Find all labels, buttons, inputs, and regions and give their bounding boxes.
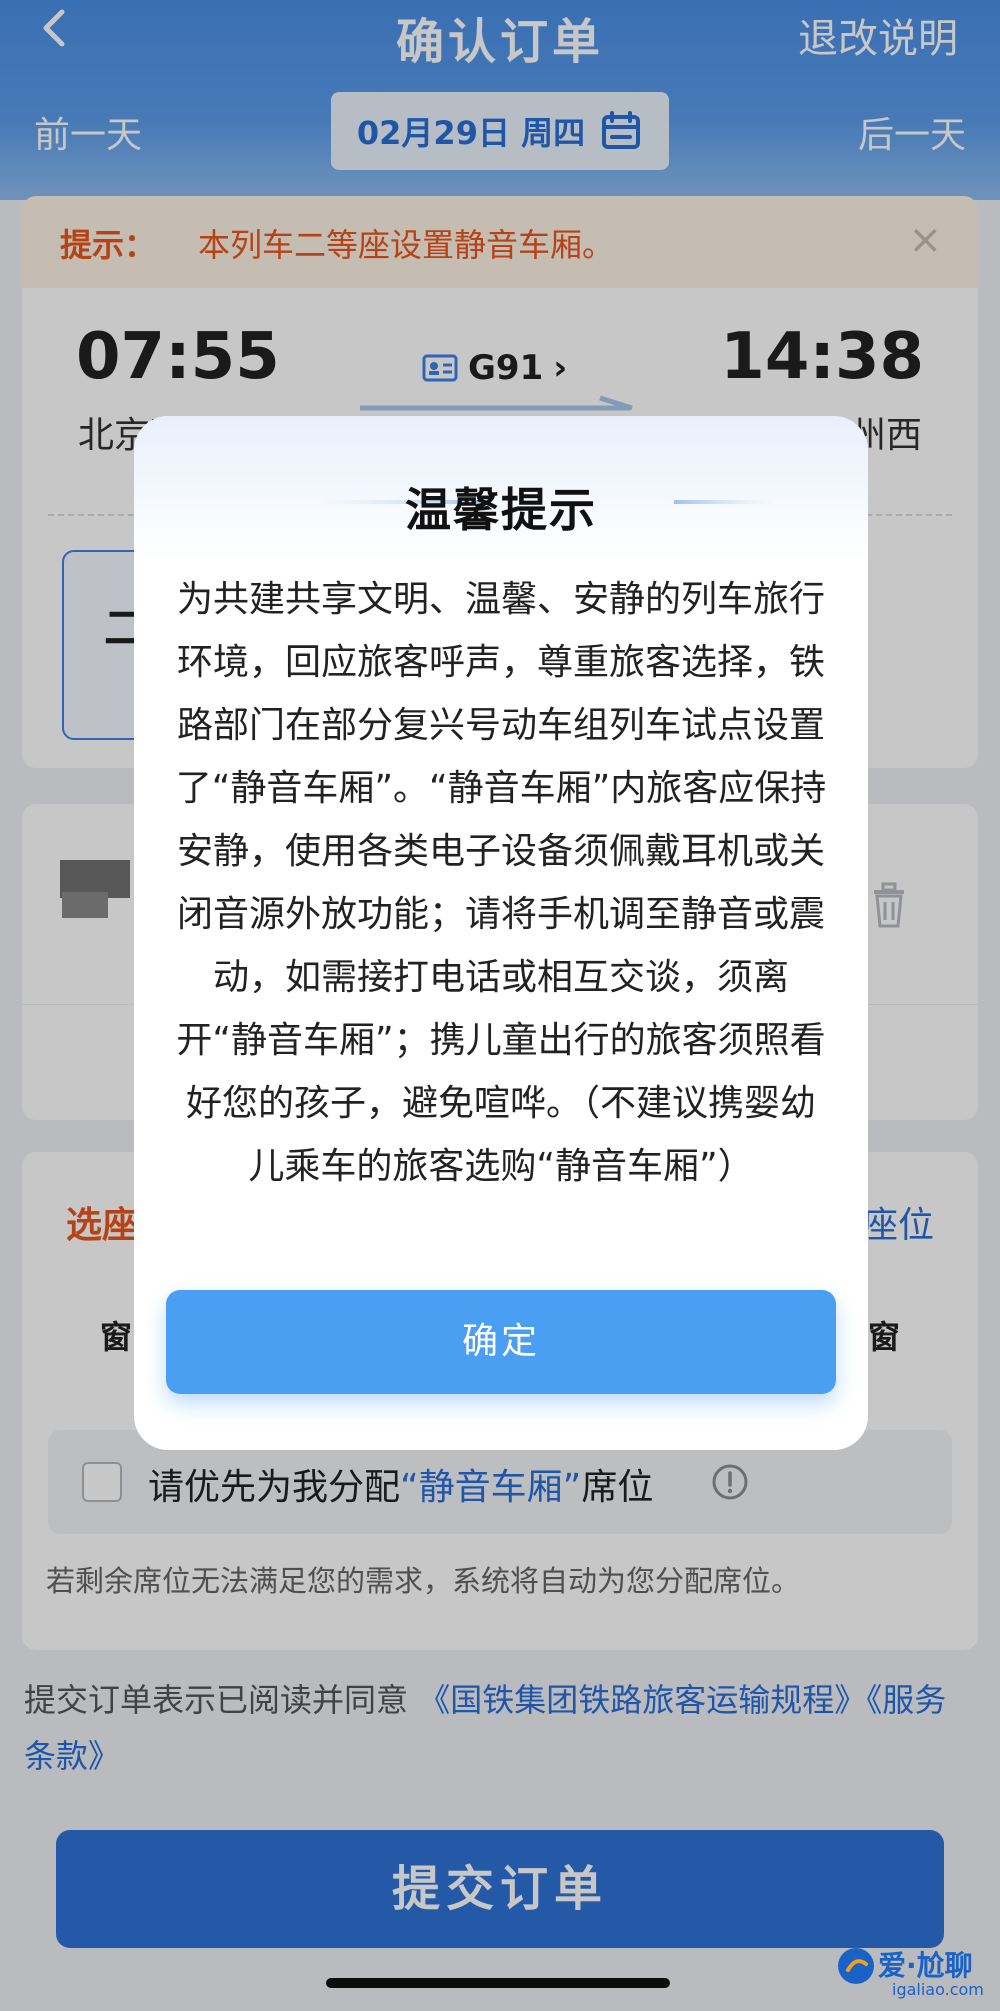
watermark-text: 爱·尬聊 — [878, 1949, 973, 1982]
dialog-body: 为共建共享文明、温馨、安静的列车旅行环境，回应旅客呼声，尊重旅客选择，铁路部门在… — [175, 579, 827, 1187]
title-decoration — [674, 500, 774, 504]
watermark: 爱·尬聊 igaliao.com — [834, 1940, 984, 2004]
confirm-button[interactable]: 确定 — [166, 1290, 836, 1394]
watermark-logo-icon — [838, 1948, 874, 1984]
warm-tip-dialog: 温馨提示 为共建共享文明、温馨、安静的列车旅行环境，回应旅客呼声，尊重旅客选择，… — [134, 416, 868, 1450]
watermark-url: igaliao.com — [892, 1980, 984, 1999]
dialog-title: 温馨提示 — [405, 483, 597, 537]
